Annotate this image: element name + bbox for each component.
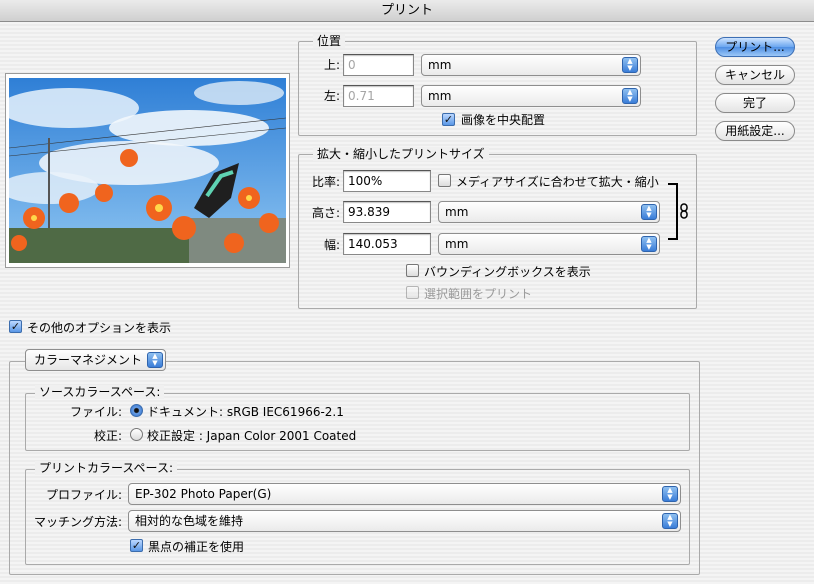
popup-arrows-icon: ▲ ▼	[662, 513, 678, 529]
preview-photo	[9, 78, 286, 263]
file-radio[interactable]	[130, 404, 143, 417]
print-selection-label: 選択範囲をプリント	[424, 287, 533, 301]
print-button[interactable]: プリント...	[715, 37, 795, 57]
intent-value: 相対的な色域を維持	[135, 514, 244, 528]
center-image-label: 画像を中央配置	[461, 113, 546, 127]
print-space-legend: プリントカラースペース:	[35, 461, 178, 475]
height-field[interactable]: 93.839	[343, 201, 431, 223]
file-value: ドキュメント: sRGB IEC61966-2.1	[147, 405, 344, 419]
cancel-button[interactable]: キャンセル	[715, 65, 795, 85]
scaled-size-legend: 拡大・縮小したプリントサイズ	[313, 147, 489, 161]
top-unit-select[interactable]: mm ▲ ▼	[421, 54, 641, 76]
height-label: 高さ:	[311, 206, 340, 220]
color-management-menu-value: カラーマネジメント	[34, 353, 143, 367]
left-unit-select[interactable]: mm ▲ ▼	[421, 85, 641, 107]
popup-arrows-icon: ▲ ▼	[641, 204, 657, 220]
link-icon[interactable]	[679, 203, 689, 219]
profile-value: EP-302 Photo Paper(G)	[135, 487, 272, 501]
proof-label: 校正:	[93, 429, 122, 443]
intent-label: マッチング方法:	[33, 515, 122, 529]
bpc-checkbox[interactable]: ✓	[130, 539, 143, 552]
scale-label: 比率:	[311, 175, 340, 189]
page-setup-button[interactable]: 用紙設定...	[715, 121, 795, 141]
window-title: プリント	[0, 0, 814, 22]
popup-arrows-icon: ▲ ▼	[641, 236, 657, 252]
more-options-checkbox[interactable]: ✓	[9, 320, 22, 333]
source-space-legend: ソースカラースペース:	[35, 385, 165, 399]
top-label: 上:	[323, 58, 340, 72]
bpc-label: 黒点の補正を使用	[148, 540, 245, 554]
width-label: 幅:	[323, 238, 340, 252]
popup-arrows-icon: ▲ ▼	[622, 57, 638, 73]
left-field[interactable]: 0.71	[343, 85, 414, 107]
fit-media-checkbox[interactable]	[438, 174, 451, 187]
print-selection-checkbox	[406, 286, 419, 299]
file-label: ファイル:	[69, 405, 122, 419]
popup-arrows-icon: ▲ ▼	[622, 88, 638, 104]
popup-arrows-icon: ▲ ▼	[662, 486, 678, 502]
height-unit-select[interactable]: mm ▲ ▼	[438, 201, 660, 223]
done-button[interactable]: 完了	[715, 93, 795, 113]
center-image-checkbox[interactable]: ✓	[442, 113, 455, 126]
profile-select[interactable]: EP-302 Photo Paper(G) ▲ ▼	[128, 483, 681, 505]
left-label: 左:	[323, 89, 340, 103]
more-options-label: その他のオプションを表示	[27, 321, 172, 335]
bounding-box-label: バウンディングボックスを表示	[424, 265, 591, 279]
source-space-group	[25, 393, 690, 451]
position-legend: 位置	[313, 34, 346, 48]
height-unit-value: mm	[445, 205, 469, 219]
scale-field[interactable]: 100%	[343, 170, 431, 192]
fit-media-label: メディアサイズに合わせて拡大・縮小	[456, 175, 659, 189]
intent-select[interactable]: 相対的な色域を維持 ▲ ▼	[128, 510, 681, 532]
width-unit-value: mm	[445, 237, 469, 251]
proof-value: 校正設定 : Japan Color 2001 Coated	[147, 429, 357, 443]
bounding-box-checkbox[interactable]	[406, 264, 419, 277]
top-field[interactable]: 0	[343, 54, 414, 76]
width-unit-select[interactable]: mm ▲ ▼	[438, 233, 660, 255]
left-unit-value: mm	[428, 89, 452, 103]
width-field[interactable]: 140.053	[343, 233, 431, 255]
proof-radio[interactable]	[130, 428, 143, 441]
profile-label: プロファイル:	[45, 488, 122, 502]
top-unit-value: mm	[428, 58, 452, 72]
print-preview	[5, 73, 290, 268]
color-management-menu[interactable]: カラーマネジメント ▲ ▼	[25, 349, 166, 371]
popup-arrows-icon: ▲ ▼	[147, 352, 163, 368]
constrain-bracket	[668, 183, 678, 240]
